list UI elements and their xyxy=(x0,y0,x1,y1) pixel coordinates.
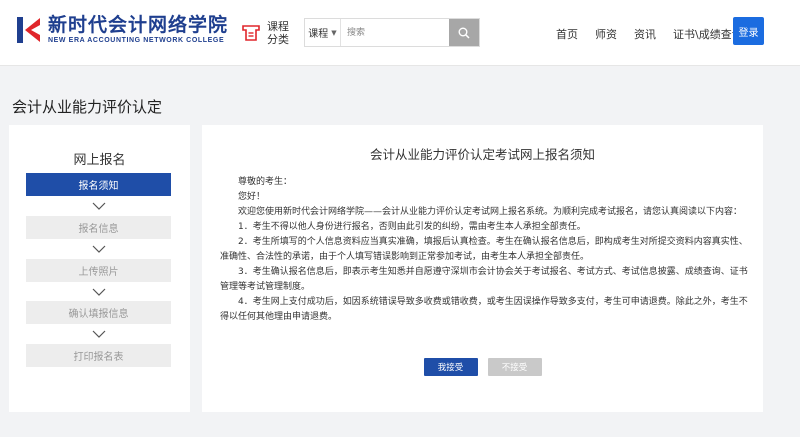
notice-greeting: 尊敬的考生： xyxy=(238,177,293,187)
search-button[interactable] xyxy=(449,19,479,46)
step-upload-photo: 上传照片 xyxy=(26,259,171,282)
search-type-label: 课程 xyxy=(308,29,329,40)
decline-button[interactable]: 不接受 xyxy=(487,358,542,376)
page-title: 会计从业能力评价认定 xyxy=(12,98,163,116)
course-category-button[interactable]: 课程分类 xyxy=(240,20,291,46)
logo-title: 新时代会计网络学院 xyxy=(48,14,229,36)
notice-intro: 欢迎您使用新时代会计网络学院——会计从业能力评价认定考试网上报名系统。为顺利完成… xyxy=(238,207,743,217)
search-input[interactable] xyxy=(341,19,449,46)
step-registration-notice[interactable]: 报名须知 xyxy=(26,173,171,196)
notice-item-1: 1．考生不得以他人身份进行报名，否则由此引发的纠纷，需由考生本人承担全部责任。 xyxy=(238,222,586,232)
chevron-down-icon xyxy=(92,202,106,210)
search-bar: 课程 ▼ xyxy=(304,18,480,47)
notice-hello: 您好！ xyxy=(238,192,266,202)
nav-home[interactable]: 首页 xyxy=(556,26,578,42)
nav-teachers[interactable]: 师资 xyxy=(595,26,617,42)
registration-sidebar: 网上报名 报名须知 报名信息 上传照片 确认填报信息 打印报名表 xyxy=(9,125,190,412)
course-category-label: 课程分类 xyxy=(267,20,289,46)
logo-mark-icon xyxy=(17,16,40,43)
step-print-form: 打印报名表 xyxy=(26,344,171,367)
chevron-down-icon xyxy=(92,288,106,296)
main-nav: 首页 师资 资讯 证书\成绩查询 xyxy=(556,26,760,42)
nav-news[interactable]: 资讯 xyxy=(634,26,656,42)
site-header: 新时代会计网络学院 NEW ERA ACCOUNTING NETWORK COL… xyxy=(0,0,800,66)
notice-content: 尊敬的考生： 您好！ 欢迎您使用新时代会计网络学院——会计从业能力评价认定考试网… xyxy=(220,175,748,325)
notice-item-4: 4．考生网上支付成功后，如因系统错误导致多收费或错收费，或考生因误操作导致多支付… xyxy=(220,297,748,322)
logo-subtitle: NEW ERA ACCOUNTING NETWORK COLLEGE xyxy=(48,37,225,44)
sidebar-title: 网上报名 xyxy=(73,153,126,168)
chevron-down-icon: ▼ xyxy=(331,28,337,37)
chevron-down-icon xyxy=(92,245,106,253)
notice-panel: 会计从业能力评价认定考试网上报名须知 尊敬的考生： 您好！ 欢迎您使用新时代会计… xyxy=(202,125,763,412)
step-registration-info: 报名信息 xyxy=(26,216,171,239)
login-button[interactable]: 登录 xyxy=(733,17,764,45)
accept-button[interactable]: 我接受 xyxy=(423,358,478,376)
category-icon xyxy=(242,25,260,41)
search-type-select[interactable]: 课程 ▼ xyxy=(305,19,341,46)
notice-item-3: 3．考生确认报名信息后，即表示考生知悉并自愿遵守深圳市会计协会关于考试报名、考试… xyxy=(220,267,748,292)
notice-title: 会计从业能力评价认定考试网上报名须知 xyxy=(369,147,595,162)
notice-item-2: 2．考生所填写的个人信息资料应当真实准确，填报后认真检查。考生在确认报名信息后，… xyxy=(220,237,748,262)
site-logo[interactable]: 新时代会计网络学院 NEW ERA ACCOUNTING NETWORK COL… xyxy=(16,14,228,45)
step-confirm-info: 确认填报信息 xyxy=(26,301,171,324)
chevron-down-icon xyxy=(92,330,106,338)
notice-actions: 我接受 不接受 xyxy=(202,358,763,376)
search-icon xyxy=(458,27,470,39)
